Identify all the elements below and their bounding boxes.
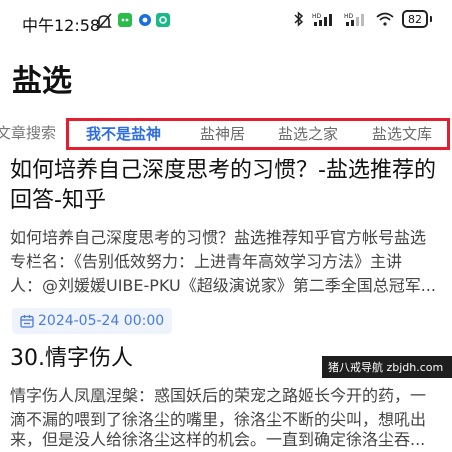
article-summary-line: 专栏名：《告别低效努力：上进青年高效学习方法》主讲 (10, 252, 403, 271)
svg-text:HD: HD (312, 13, 322, 20)
date-badge: 2024-05-24 00:00 (12, 308, 173, 334)
article-title-line[interactable]: 如何培养自己深度思考的习惯？-盐选推荐的 (10, 156, 448, 186)
battery-icon: 82 (402, 10, 428, 28)
signal-hd-icon-2: HD (344, 13, 364, 26)
battery-level: 82 (408, 12, 422, 26)
wifi-icon (376, 12, 394, 26)
article-title-line[interactable]: 回答-知乎 (10, 186, 448, 216)
watermark: 猪八戒导航 zbjdh.com (322, 356, 452, 378)
date-text: 2024-05-24 00:00 (38, 313, 165, 329)
app-icon-blue (139, 14, 151, 26)
article-summary-line: 如何培养自己深度思考的习惯？盐选推荐知乎官方帐号盐选 (10, 228, 427, 247)
notification-muted-icon (96, 13, 112, 31)
status-bar: 中午12:58 HD HD 82 (0, 0, 452, 44)
status-time: 中午12:58 (22, 16, 101, 35)
tab-yan-shen-ju[interactable]: 盐神居 (200, 123, 245, 144)
bluetooth-icon (294, 11, 304, 27)
tab-wo-bu-shi-yan-shen[interactable]: 我不是盐神 (86, 123, 161, 144)
svg-text:HD: HD (344, 13, 354, 20)
app-icon-green (156, 13, 170, 27)
page-title: 盐选 (12, 64, 72, 99)
signal-hd-icon-1: HD (312, 13, 332, 26)
article-summary-line: 来，但是没人给徐洛尘这样的机会。一直到确定徐洛尘吞... (10, 430, 426, 449)
calendar-icon (20, 315, 34, 328)
battery-tip (430, 16, 432, 22)
wechat-app-icon (118, 13, 132, 27)
tab-article-search[interactable]: 文章搜索 (0, 122, 56, 143)
tab-yan-xuan-wen-ku[interactable]: 盐选文库 (372, 123, 432, 144)
article-summary-line: 人：@刘媛媛UIBE-PKU《超级演说家》第二季全国总冠军... (10, 276, 436, 295)
tab-bar: 文章搜索 我不是盐神 盐神居 盐选之家 盐选文库 (0, 118, 452, 152)
status-right-icons: HD HD 82 (294, 10, 432, 28)
tab-yan-xuan-zhi-jia[interactable]: 盐选之家 (278, 123, 338, 144)
article-summary-line: 情字伤人凤凰涅槃：惑国妖后的荣宠之路姬长今开的药，一 (10, 386, 427, 405)
